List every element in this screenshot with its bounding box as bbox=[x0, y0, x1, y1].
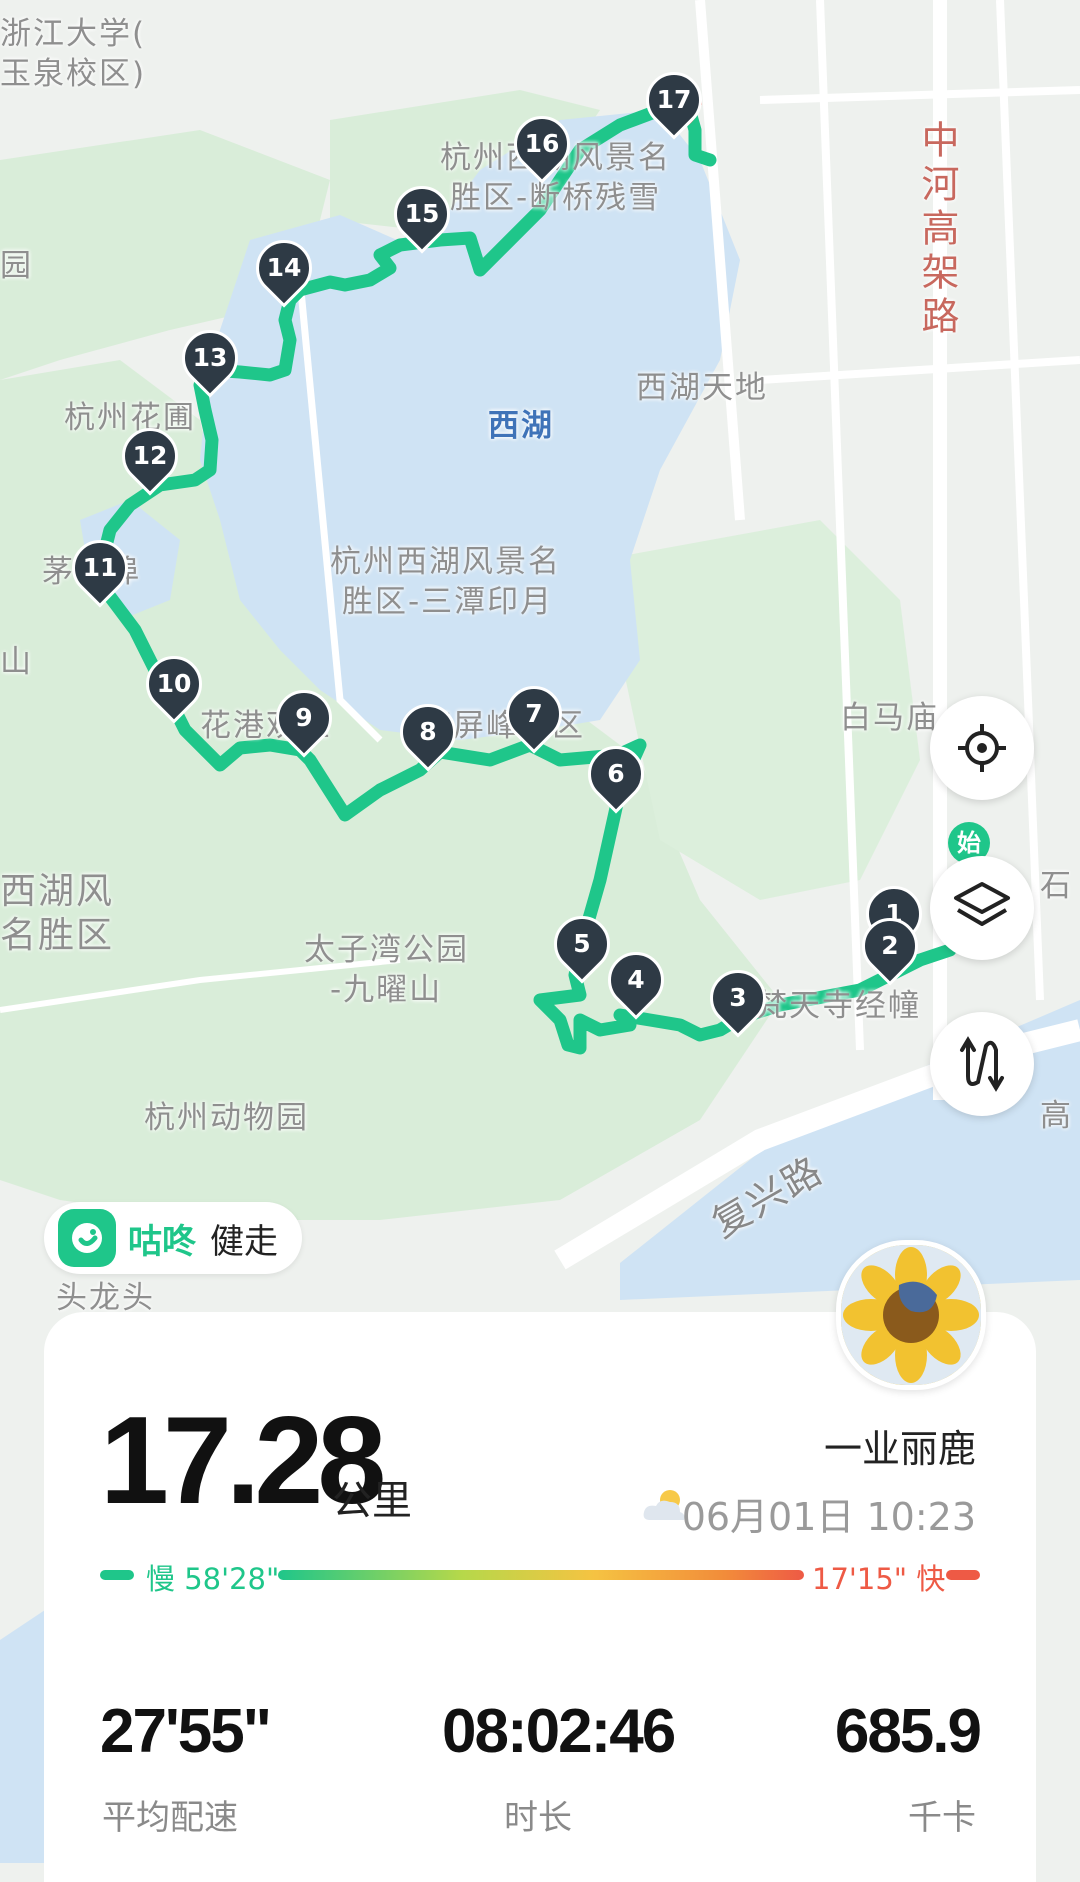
label-taiziwan-2: -九曜山 bbox=[330, 972, 443, 1008]
label-west-lake: 西湖 bbox=[488, 408, 554, 444]
route-marker-7[interactable]: 7 bbox=[494, 674, 574, 754]
avatar[interactable] bbox=[836, 1240, 986, 1390]
label-taiziwan-1: 太子湾公园 bbox=[304, 932, 469, 968]
locate-icon bbox=[958, 724, 1006, 772]
route-marker-10[interactable]: 10 bbox=[134, 644, 214, 724]
route-marker-2[interactable]: 2 bbox=[850, 906, 930, 986]
calories-value: 685.9 bbox=[834, 1697, 982, 1766]
label-gao: 高 bbox=[1040, 1098, 1073, 1134]
label-scenic-west-2: 名胜区 bbox=[0, 915, 115, 956]
duration-value: 08:02:46 bbox=[442, 1697, 676, 1766]
label-toulongtou: 头龙头 bbox=[56, 1280, 155, 1316]
label-fantian: 梵天寺经幢 bbox=[756, 988, 921, 1024]
route-marker-6[interactable]: 6 bbox=[576, 734, 656, 814]
pace-gradient-bar bbox=[278, 1570, 804, 1580]
label-xihu-tiandi: 西湖天地 bbox=[636, 370, 768, 406]
codoon-logo-icon bbox=[58, 1209, 116, 1267]
distance-unit: 公里 bbox=[332, 1478, 412, 1524]
username: 一业丽鹿 bbox=[823, 1427, 976, 1471]
pace-slow-indicator bbox=[100, 1570, 134, 1580]
route-marker-11[interactable]: 11 bbox=[60, 528, 140, 608]
sunflower-avatar-image bbox=[841, 1245, 981, 1385]
route-marker-17[interactable]: 17 bbox=[634, 60, 714, 140]
pace-fast-label: 17'15" 快 bbox=[812, 1562, 946, 1596]
pace-slow-label: 慢 58'28" bbox=[146, 1562, 280, 1596]
label-zju-1: 浙江大学( bbox=[0, 16, 147, 52]
layers-button[interactable] bbox=[930, 856, 1034, 960]
label-shi: 石 bbox=[1040, 868, 1073, 904]
pace-fast-indicator bbox=[946, 1570, 980, 1580]
route-marker-5[interactable]: 5 bbox=[542, 904, 622, 984]
route-marker-12[interactable]: 12 bbox=[110, 416, 190, 496]
route-marker-9[interactable]: 9 bbox=[264, 678, 344, 758]
route-marker-13[interactable]: 13 bbox=[170, 318, 250, 398]
activity-mode: 健走 bbox=[210, 1221, 278, 1262]
duration-label: 时长 bbox=[504, 1798, 572, 1838]
locate-button[interactable] bbox=[930, 696, 1034, 800]
label-zju-2: 玉泉校区) bbox=[0, 56, 147, 92]
label-park-left: 园 bbox=[0, 248, 33, 284]
label-santan-2: 胜区-三潭印月 bbox=[342, 584, 554, 620]
route-marker-16[interactable]: 16 bbox=[502, 104, 582, 184]
avg-pace-value: 27'55" bbox=[100, 1697, 272, 1766]
route-marker-3[interactable]: 3 bbox=[698, 958, 778, 1038]
calories-label: 千卡 bbox=[908, 1798, 976, 1838]
brand-name: 咕咚 bbox=[128, 1221, 196, 1262]
layers-icon bbox=[954, 882, 1010, 926]
avg-pace-label: 平均配速 bbox=[102, 1798, 238, 1838]
route-switch-icon bbox=[960, 1036, 1004, 1092]
label-zoo: 杭州动物园 bbox=[144, 1100, 309, 1136]
route-marker-8[interactable]: 8 bbox=[388, 692, 468, 772]
label-zhonghe-road: 中河高架路 bbox=[915, 120, 959, 340]
label-baima: 白马庙 bbox=[840, 700, 939, 736]
label-shan: 山 bbox=[0, 644, 33, 680]
brand-badge: 咕咚 健走 bbox=[44, 1202, 302, 1274]
label-santan-1: 杭州西湖风景名 bbox=[330, 544, 561, 580]
route-switch-button[interactable] bbox=[930, 1012, 1034, 1116]
route-marker-4[interactable]: 4 bbox=[596, 940, 676, 1020]
activity-date: 06月01日 10:23 bbox=[681, 1495, 976, 1539]
route-marker-15[interactable]: 15 bbox=[382, 174, 462, 254]
route-marker-14[interactable]: 14 bbox=[244, 228, 324, 308]
